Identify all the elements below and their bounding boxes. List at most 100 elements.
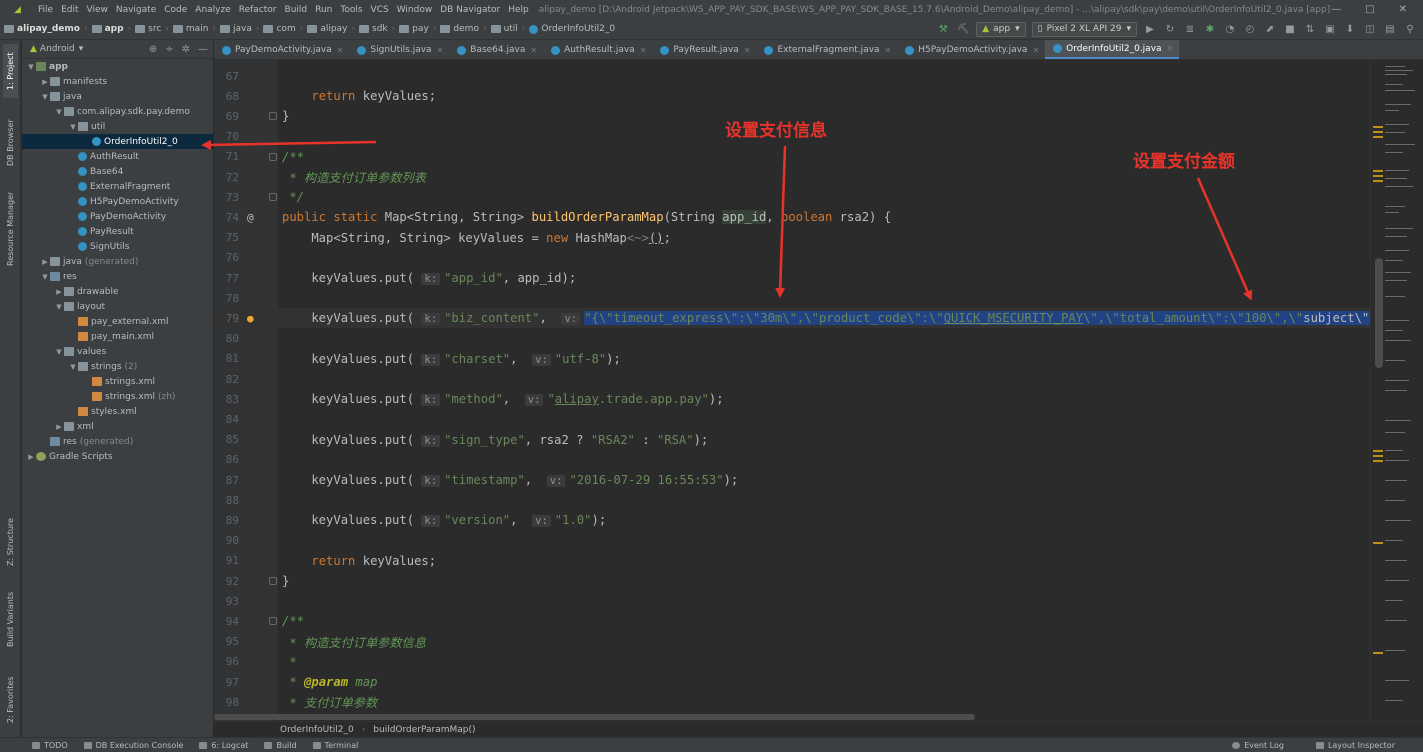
menu-item-window[interactable]: Window <box>393 5 437 15</box>
attach-debugger-icon[interactable]: ⬈ <box>1263 23 1277 36</box>
maximize-button[interactable]: □ <box>1365 4 1374 15</box>
code-line[interactable]: 87 keyValues.put( k: "timestamp", v: "2016… <box>214 470 1370 490</box>
project-view-select[interactable]: Android <box>40 44 75 54</box>
stop-icon[interactable]: ■ <box>1283 23 1297 36</box>
tab-authresult[interactable]: AuthResult.java ✕ <box>543 40 652 59</box>
tree-item[interactable]: pay_external.xml <box>22 314 213 329</box>
menu-item-navigate[interactable]: Navigate <box>112 5 160 15</box>
tree-item[interactable]: ▼ res <box>22 269 213 284</box>
warning-marker[interactable] <box>1373 136 1383 138</box>
tree-item[interactable]: styles.xml <box>22 404 213 419</box>
tree-item[interactable]: ▼ java <box>22 89 213 104</box>
code-line[interactable]: 98 * 支付订单参数 <box>214 692 1370 712</box>
code-line[interactable]: 89 keyValues.put( k: "version", v: "1.0"); <box>214 510 1370 530</box>
close-icon[interactable]: ✕ <box>744 46 751 55</box>
chevron-down-icon[interactable]: ▼ <box>54 108 64 116</box>
breadcrumb-item[interactable]: main › <box>171 24 218 34</box>
menu-item-file[interactable]: File <box>34 5 57 15</box>
code-line[interactable]: 82 <box>214 369 1370 389</box>
close-icon[interactable]: ✕ <box>530 46 537 55</box>
warning-marker[interactable] <box>1373 460 1383 462</box>
chevron-right-icon[interactable]: ▶ <box>54 288 64 296</box>
menu-item-vcs[interactable]: VCS <box>367 5 393 15</box>
code-line[interactable]: 68 return keyValues; <box>214 86 1370 106</box>
build-tab[interactable]: Build <box>264 741 297 750</box>
tree-item[interactable]: ▼ com.alipay.sdk.pay.demo <box>22 104 213 119</box>
tree-item[interactable]: ▼ values <box>22 344 213 359</box>
warning-marker[interactable] <box>1373 455 1383 457</box>
warning-marker[interactable] <box>1373 126 1383 128</box>
profile-icon[interactable]: ◴ <box>1243 23 1257 36</box>
debug-icon[interactable]: ✱ <box>1203 23 1217 36</box>
device-select[interactable]: ▯ Pixel 2 XL API 29 ▾ <box>1031 21 1137 37</box>
tree-item[interactable]: strings.xml (zh) <box>22 389 213 404</box>
tab-project[interactable]: 1: Project <box>3 44 18 98</box>
tree-item[interactable]: PayResult <box>22 224 213 239</box>
locate-icon[interactable]: ⊕ <box>149 44 157 55</box>
editor-breadcrumb-method[interactable]: buildOrderParamMap() <box>373 725 475 735</box>
tab-signutils[interactable]: SignUtils.java ✕ <box>349 40 449 59</box>
vertical-scrollbar-thumb[interactable] <box>1375 258 1383 368</box>
layout-inspector-tab[interactable]: Layout Inspector <box>1315 741 1395 750</box>
chevron-right-icon[interactable]: ▶ <box>54 423 64 431</box>
close-button[interactable]: ✕ <box>1399 4 1407 15</box>
gear-icon[interactable]: ✲ <box>182 44 190 55</box>
lightbulb-icon[interactable]: ● <box>247 312 254 325</box>
tab-paydemoactivity[interactable]: PayDemoActivity.java ✕ <box>214 40 349 59</box>
chevron-down-icon[interactable]: ▼ <box>40 93 50 101</box>
warning-marker[interactable] <box>1373 175 1383 177</box>
hide-icon[interactable]: — <box>198 44 208 55</box>
tree-item[interactable]: PayDemoActivity <box>22 209 213 224</box>
layout-inspector-icon[interactable]: ◫ <box>1363 23 1377 36</box>
menu-item-run[interactable]: Run <box>311 5 336 15</box>
fold-icon[interactable] <box>269 577 277 585</box>
chevron-down-icon[interactable]: ▼ <box>54 348 64 356</box>
db-console-tab[interactable]: DB Execution Console <box>83 741 183 750</box>
tab-externalfragment[interactable]: ExternalFragment.java ✕ <box>756 40 897 59</box>
collapse-all-icon[interactable]: ÷ <box>165 44 173 55</box>
breadcrumb-item[interactable]: util › <box>489 24 528 34</box>
code-line[interactable]: 85 keyValues.put( k: "sign_type", rsa2 ? … <box>214 430 1370 450</box>
close-icon[interactable]: ✕ <box>640 46 647 55</box>
menu-item-view[interactable]: View <box>83 5 112 15</box>
breadcrumb-item[interactable]: sdk › <box>357 24 397 34</box>
editor-minimap[interactable] <box>1370 60 1423 721</box>
tab-build-variants[interactable]: Build Variants <box>3 585 18 653</box>
tree-item[interactable]: res (generated) <box>22 434 213 449</box>
event-log-tab[interactable]: Event Log <box>1232 741 1284 750</box>
code-line[interactable]: 73 */ <box>214 187 1370 207</box>
hammer-icon[interactable]: ⛏ <box>956 23 970 36</box>
breadcrumb-item[interactable]: OrderInfoUtil2_0 <box>527 24 617 34</box>
tree-item[interactable]: AuthResult <box>22 149 213 164</box>
tab-h5paydemoactivity[interactable]: H5PayDemoActivity.java ✕ <box>897 40 1045 59</box>
breadcrumb-item[interactable]: src › <box>133 24 171 34</box>
fold-icon[interactable] <box>269 193 277 202</box>
warning-marker[interactable] <box>1373 652 1383 654</box>
tree-item[interactable]: ▼ app <box>22 59 213 74</box>
apply-code-changes-icon[interactable]: ≣ <box>1183 23 1197 36</box>
sync-icon[interactable]: ⇅ <box>1303 23 1317 36</box>
tree-item[interactable]: ▶ java (generated) <box>22 254 213 269</box>
device-file-explorer-icon[interactable]: ▤ <box>1383 23 1397 36</box>
code-line[interactable]: 78 <box>214 288 1370 308</box>
tab-favorites[interactable]: 2: Favorites <box>3 670 18 730</box>
warning-marker[interactable] <box>1373 450 1383 452</box>
menu-item-code[interactable]: Code <box>160 5 191 15</box>
run-icon[interactable]: ▶ <box>1143 23 1157 36</box>
menu-item-edit[interactable]: Edit <box>57 5 82 15</box>
close-icon[interactable]: ✕ <box>337 46 344 55</box>
code-line[interactable]: 77 keyValues.put( k: "app_id", app_id); <box>214 268 1370 288</box>
tree-item[interactable]: ▶ drawable <box>22 284 213 299</box>
tree-item[interactable]: ▼ layout <box>22 299 213 314</box>
breadcrumb-item[interactable]: java › <box>218 24 261 34</box>
override-icon[interactable]: @ <box>247 211 254 224</box>
chevron-right-icon[interactable]: ▶ <box>40 258 50 266</box>
horizontal-scrollbar[interactable] <box>214 714 975 720</box>
tree-item[interactable]: ▶ manifests <box>22 74 213 89</box>
tab-base64[interactable]: Base64.java ✕ <box>449 40 543 59</box>
tab-payresult[interactable]: PayResult.java ✕ <box>652 40 756 59</box>
run-config-select[interactable]: ▲ app ▾ <box>976 21 1026 37</box>
tree-item[interactable]: H5PayDemoActivity <box>22 194 213 209</box>
tab-resource-manager[interactable]: Resource Manager <box>3 185 18 273</box>
avd-manager-icon[interactable]: ▣ <box>1323 23 1337 36</box>
